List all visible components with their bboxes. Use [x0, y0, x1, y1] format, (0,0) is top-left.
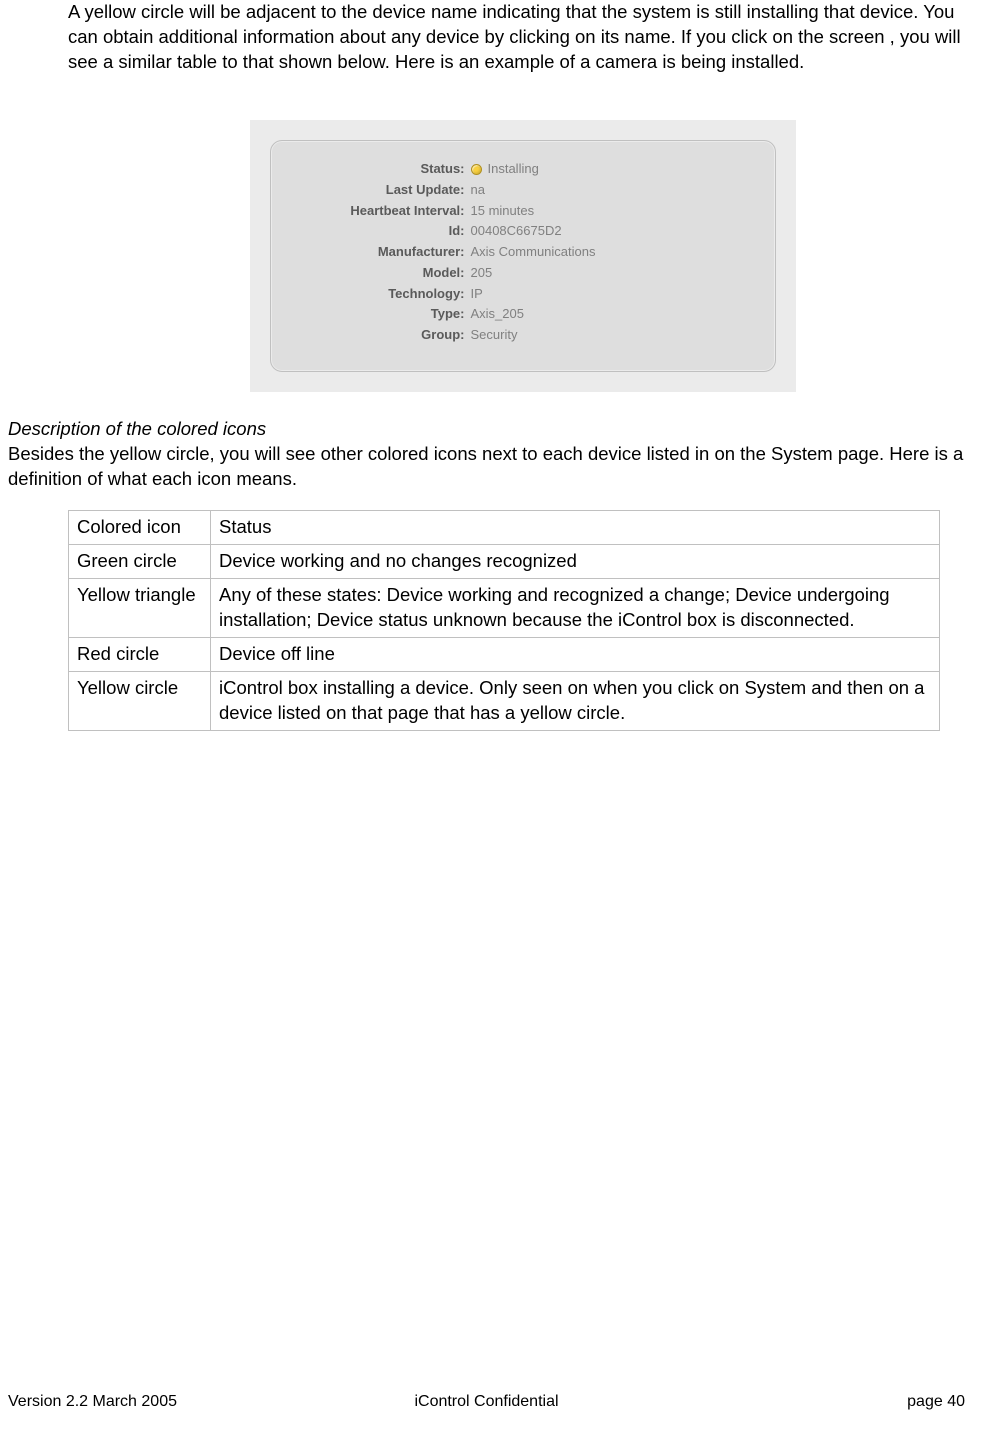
table-cell: Device working and no changes recognized	[211, 544, 940, 578]
device-label: Heartbeat Interval:	[301, 201, 471, 222]
table-cell: Green circle	[69, 544, 211, 578]
device-value: Installing	[471, 159, 539, 180]
table-header-cell: Colored icon	[69, 510, 211, 544]
table-header-row: Colored icon Status	[69, 510, 940, 544]
table-row: Yellow triangle Any of these states: Dev…	[69, 578, 940, 637]
device-label: Last Update:	[301, 180, 471, 201]
device-row-group: Group: Security	[301, 325, 745, 346]
yellow-circle-icon	[471, 164, 482, 175]
section-paragraph: Besides the yellow circle, you will see …	[8, 442, 977, 492]
footer-version: Version 2.2 March 2005	[8, 1393, 327, 1411]
table-cell: Any of these states: Device working and …	[211, 578, 940, 637]
device-row-model: Model: 205	[301, 263, 745, 284]
intro-paragraph: A yellow circle will be adjacent to the …	[68, 0, 977, 75]
device-label: Manufacturer:	[301, 242, 471, 263]
device-value: 15 minutes	[471, 201, 535, 222]
table-cell: Yellow circle	[69, 671, 211, 730]
table-cell: iControl box installing a device. Only s…	[211, 671, 940, 730]
device-row-manufacturer: Manufacturer: Axis Communications	[301, 242, 745, 263]
table-row: Red circle Device off line	[69, 637, 940, 671]
footer-page-number: page 40	[646, 1393, 965, 1411]
table-cell: Red circle	[69, 637, 211, 671]
device-row-id: Id: 00408C6675D2	[301, 221, 745, 242]
device-label: Technology:	[301, 284, 471, 305]
device-label: Id:	[301, 221, 471, 242]
section-heading: Description of the colored icons	[8, 417, 977, 442]
table-row: Yellow circle iControl box installing a …	[69, 671, 940, 730]
device-row-last-update: Last Update: na	[301, 180, 745, 201]
device-label: Type:	[301, 304, 471, 325]
device-row-heartbeat: Heartbeat Interval: 15 minutes	[301, 201, 745, 222]
table-cell: Yellow triangle	[69, 578, 211, 637]
device-value: IP	[471, 284, 483, 305]
footer-confidential: iControl Confidential	[327, 1393, 646, 1411]
device-row-technology: Technology: IP	[301, 284, 745, 305]
icon-status-table: Colored icon Status Green circle Device …	[68, 510, 940, 731]
device-value: na	[471, 180, 485, 201]
table-row: Green circle Device working and no chang…	[69, 544, 940, 578]
device-label: Model:	[301, 263, 471, 284]
status-text: Installing	[488, 159, 539, 180]
device-value: 00408C6675D2	[471, 221, 562, 242]
device-info-panel: Status: Installing Last Update: na Heart…	[270, 140, 776, 372]
page-content: A yellow circle will be adjacent to the …	[0, 0, 985, 731]
page-footer: Version 2.2 March 2005 iControl Confiden…	[0, 1393, 985, 1411]
device-row-status: Status: Installing	[301, 159, 745, 180]
table-header-cell: Status	[211, 510, 940, 544]
device-value: Axis Communications	[471, 242, 596, 263]
device-value: Axis_205	[471, 304, 524, 325]
device-value: Security	[471, 325, 518, 346]
device-screenshot: Status: Installing Last Update: na Heart…	[250, 120, 796, 392]
device-row-type: Type: Axis_205	[301, 304, 745, 325]
device-label: Group:	[301, 325, 471, 346]
device-label: Status:	[301, 159, 471, 180]
device-value: 205	[471, 263, 493, 284]
table-cell: Device off line	[211, 637, 940, 671]
